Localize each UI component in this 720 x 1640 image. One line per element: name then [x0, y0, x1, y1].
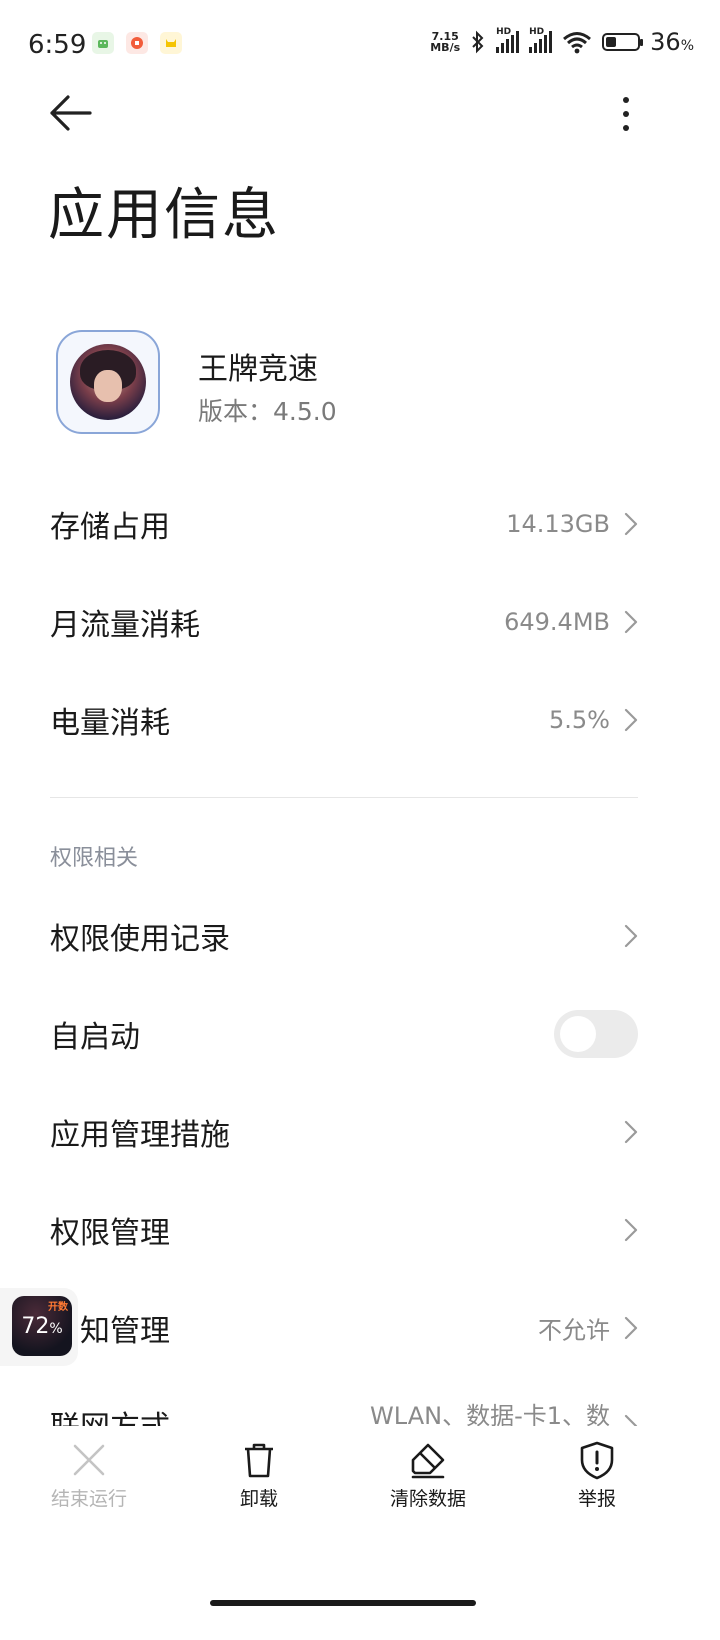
shield-alert-icon [580, 1441, 614, 1480]
yellow-cat-app-icon [160, 32, 182, 54]
battery-usage-row[interactable]: 电量消耗 5.5% [0, 672, 720, 768]
app-header: 王牌竞速 版本：4.5.0 [56, 330, 656, 440]
row-label: 权限使用记录 [50, 922, 230, 957]
row-label: 知管理 [80, 1314, 170, 1349]
red-app-icon [126, 32, 148, 54]
row-value: 649.4MB [504, 608, 610, 636]
force-stop-label: 结束运行 [50, 1488, 127, 1510]
row-label: 权限管理 [50, 1216, 170, 1251]
battery-percent: 36% [650, 28, 694, 56]
row-value: 不允许 [538, 1316, 610, 1345]
row-label: 应用管理措施 [50, 1118, 230, 1153]
close-icon [73, 1444, 105, 1476]
app-name: 王牌竞速 [198, 352, 318, 387]
row-label: 月流量消耗 [50, 608, 200, 643]
home-indicator[interactable] [210, 1600, 476, 1606]
force-stop-button[interactable]: 结束运行 [24, 1440, 154, 1511]
report-button[interactable]: 举报 [532, 1440, 662, 1511]
clear-data-label: 清除数据 [389, 1488, 466, 1510]
chevron-right-icon [624, 924, 638, 948]
app-icon [56, 330, 160, 434]
toggle-knob [560, 1016, 596, 1052]
battery-percent-value: 36 [650, 28, 681, 56]
app-management-measures-row[interactable]: 应用管理措施 [0, 1084, 720, 1180]
uninstall-label: 卸载 [239, 1488, 278, 1510]
more-options-button[interactable] [608, 92, 644, 136]
signal-2-label: HD [529, 27, 545, 37]
monthly-data-row[interactable]: 月流量消耗 649.4MB [0, 574, 720, 670]
bottom-action-bar: 结束运行 卸载 清除数据 举报 [0, 1426, 720, 1640]
network-speed-unit: MB/s [430, 41, 461, 54]
chevron-right-icon [624, 1120, 638, 1144]
android-app-icon [92, 32, 114, 54]
bluetooth-icon [472, 30, 484, 54]
arrow-left-icon [50, 95, 92, 131]
row-label: 存储占用 [50, 510, 170, 545]
signal-1-label: HD [496, 27, 512, 37]
autostart-row: 自启动 [0, 986, 720, 1082]
back-button[interactable] [46, 90, 96, 136]
row-value: 14.13GB [506, 510, 610, 538]
report-label: 举报 [577, 1488, 616, 1510]
app-version: 版本：4.5.0 [198, 392, 337, 428]
status-time: 6:59 [28, 30, 87, 60]
signal-sim1-icon: HD [496, 27, 520, 53]
app-version-label: 版本： [198, 397, 274, 426]
autostart-toggle[interactable] [554, 1010, 638, 1058]
chevron-right-icon [624, 1316, 638, 1340]
row-label: 电量消耗 [50, 706, 170, 741]
chevron-right-icon [624, 1218, 638, 1242]
floating-widget-thumbnail: 开数 72% [12, 1296, 72, 1356]
clear-data-button[interactable]: 清除数据 [363, 1440, 493, 1511]
permission-usage-record-row[interactable]: 权限使用记录 [0, 888, 720, 984]
app-icon-avatar [70, 344, 146, 420]
battery-percent-sign: % [680, 38, 694, 54]
row-value: 5.5% [549, 706, 610, 734]
more-vertical-icon [623, 97, 629, 131]
notification-icons [92, 32, 182, 54]
network-speed: 7.15 MB/s [430, 31, 460, 53]
divider [50, 797, 638, 798]
trash-icon [245, 1443, 273, 1478]
app-version-value: 4.5.0 [273, 397, 337, 426]
floating-widget-percent: 72% [12, 1314, 72, 1339]
row-label: 自启动 [50, 1020, 140, 1055]
floating-game-widget[interactable]: 开数 72% [0, 1288, 78, 1366]
floating-percent-sign: % [49, 1321, 63, 1337]
battery-icon [602, 33, 644, 51]
chevron-right-icon [624, 512, 638, 536]
uninstall-button[interactable]: 卸载 [194, 1440, 324, 1511]
floating-widget-tag: 开数 [48, 1302, 68, 1313]
signal-sim2-icon: HD [529, 27, 553, 53]
section-label-permissions: 权限相关 [50, 846, 139, 871]
page-title: 应用信息 [48, 183, 280, 248]
status-right: 7.15 MB/s HD HD 36% [430, 27, 694, 56]
status-bar: 6:59 7.15 MB/s HD HD 36% [0, 0, 720, 92]
storage-usage-row[interactable]: 存储占用 14.13GB [0, 476, 720, 572]
permission-management-row[interactable]: 权限管理 [0, 1182, 720, 1278]
eraser-icon [411, 1443, 445, 1479]
chevron-right-icon [624, 610, 638, 634]
wifi-icon [563, 32, 592, 54]
notification-management-row[interactable]: 知管理 不允许 [0, 1280, 720, 1376]
floating-percent-value: 72 [21, 1314, 50, 1339]
chevron-right-icon [624, 708, 638, 732]
